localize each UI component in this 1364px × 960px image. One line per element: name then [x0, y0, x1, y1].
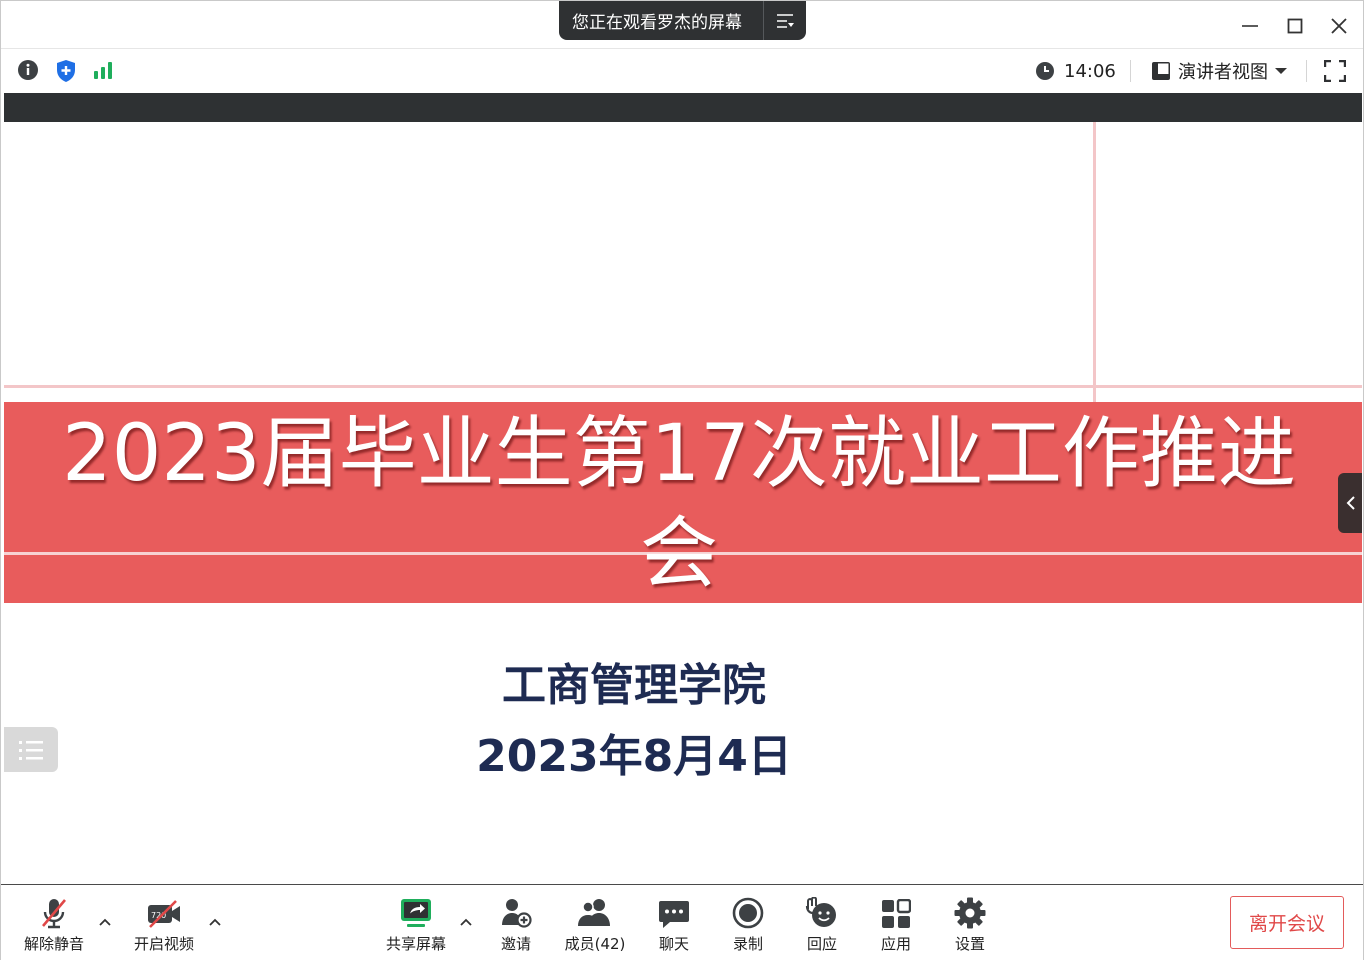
shared-screen: 2023届毕业生第17次就业工作推进会 工商管理学院 2023年8月4日 [4, 93, 1362, 883]
reactions-button[interactable]: 回应 [784, 895, 860, 954]
record-label: 录制 [732, 935, 763, 953]
minimize-button[interactable] [1232, 9, 1268, 43]
start-video-label: 开启视频 [133, 935, 194, 953]
menu-icon [777, 13, 794, 28]
list-icon [19, 740, 43, 760]
invite-label: 邀请 [500, 935, 531, 953]
chevron-left-icon [1346, 496, 1355, 510]
close-icon [1331, 18, 1347, 34]
slide-title-banner: 2023届毕业生第17次就业工作推进会 [4, 402, 1362, 603]
chat-label: 聊天 [658, 935, 689, 953]
video-off-icon: 720 [148, 900, 180, 928]
meeting-timer: 14:06 [1035, 59, 1116, 83]
unmute-button[interactable]: 解除静音 [16, 895, 92, 954]
slide-organizer: 工商管理学院 [502, 660, 766, 711]
chat-button[interactable]: 聊天 [636, 895, 712, 954]
viewing-text: 您正在观看罗杰的屏幕 [572, 13, 742, 33]
meeting-time: 14:06 [1064, 60, 1116, 82]
view-icon [1152, 62, 1170, 80]
video-options-button[interactable] [207, 915, 223, 929]
settings-button[interactable]: 设置 [932, 895, 1008, 954]
record-button[interactable]: 录制 [710, 895, 786, 954]
info-icon [18, 60, 38, 80]
clock-icon [1036, 62, 1054, 80]
maximize-icon [1287, 18, 1303, 34]
chevron-up-icon [460, 918, 472, 926]
microphone-muted-icon [42, 899, 66, 929]
network-status-button[interactable] [93, 59, 115, 85]
reaction-icon [805, 897, 836, 927]
audio-options-button[interactable] [97, 915, 113, 929]
slide-list-button[interactable] [4, 727, 58, 772]
slide-guide-line [4, 385, 1362, 388]
divider [1130, 60, 1131, 82]
shield-icon [57, 60, 75, 82]
participants-icon [578, 899, 610, 926]
participants-button[interactable]: 成员(42) [557, 895, 633, 954]
view-options-button[interactable] [764, 1, 806, 40]
view-mode-label: 演讲者视图 [1178, 62, 1268, 83]
slide-date: 2023年8月4日 [476, 731, 792, 782]
shared-screen-top-strip [4, 93, 1362, 122]
chat-icon [659, 901, 689, 928]
slide-title: 2023届毕业生第17次就业工作推进会 [62, 409, 1296, 599]
collapse-panel-button[interactable] [1338, 473, 1362, 533]
gear-icon [954, 897, 986, 929]
participants-label: 成员(42) [564, 935, 626, 953]
share-screen-label: 共享屏幕 [385, 935, 446, 953]
chevron-down-icon [1275, 68, 1287, 74]
meeting-info-button[interactable] [17, 59, 39, 85]
reactions-label: 回应 [806, 935, 837, 953]
divider [1306, 60, 1307, 82]
view-mode-button[interactable]: 演讲者视图 [1151, 59, 1288, 83]
chevron-up-icon [209, 918, 221, 926]
start-video-button[interactable]: 720 开启视频 [126, 895, 202, 954]
meeting-info-bar: 14:06 演讲者视图 [1, 50, 1363, 92]
share-screen-button[interactable]: 共享屏幕 [378, 895, 454, 954]
record-icon [732, 897, 764, 929]
viewing-indicator: 您正在观看罗杰的屏幕 [559, 1, 806, 40]
apps-button[interactable]: 应用 [858, 895, 934, 954]
share-options-button[interactable] [458, 915, 474, 929]
apps-label: 应用 [880, 935, 911, 953]
encryption-button[interactable] [55, 59, 77, 87]
fullscreen-icon [1323, 59, 1347, 83]
signal-icon [94, 62, 112, 79]
maximize-button[interactable] [1277, 9, 1313, 43]
leave-meeting-button[interactable]: 离开会议 [1230, 896, 1344, 949]
title-bar: 您正在观看罗杰的屏幕 [1, 1, 1363, 49]
share-screen-icon [401, 899, 431, 927]
unmute-label: 解除静音 [23, 935, 84, 953]
add-user-icon [502, 899, 532, 928]
apps-icon [882, 899, 911, 928]
meeting-toolbar: 解除静音 720 开启视频 共享屏幕 邀请 成员(42) 聊天 录制 回应 应用… [1, 884, 1363, 960]
minimize-icon [1242, 25, 1258, 27]
chevron-up-icon [99, 918, 111, 926]
settings-label: 设置 [954, 935, 985, 953]
invite-button[interactable]: 邀请 [478, 895, 554, 954]
meeting-window: 您正在观看罗杰的屏幕 14:06 演讲者视图 2023届毕业生第17次就业工作推… [0, 0, 1364, 960]
close-button[interactable] [1321, 9, 1357, 43]
fullscreen-button[interactable] [1323, 59, 1347, 86]
